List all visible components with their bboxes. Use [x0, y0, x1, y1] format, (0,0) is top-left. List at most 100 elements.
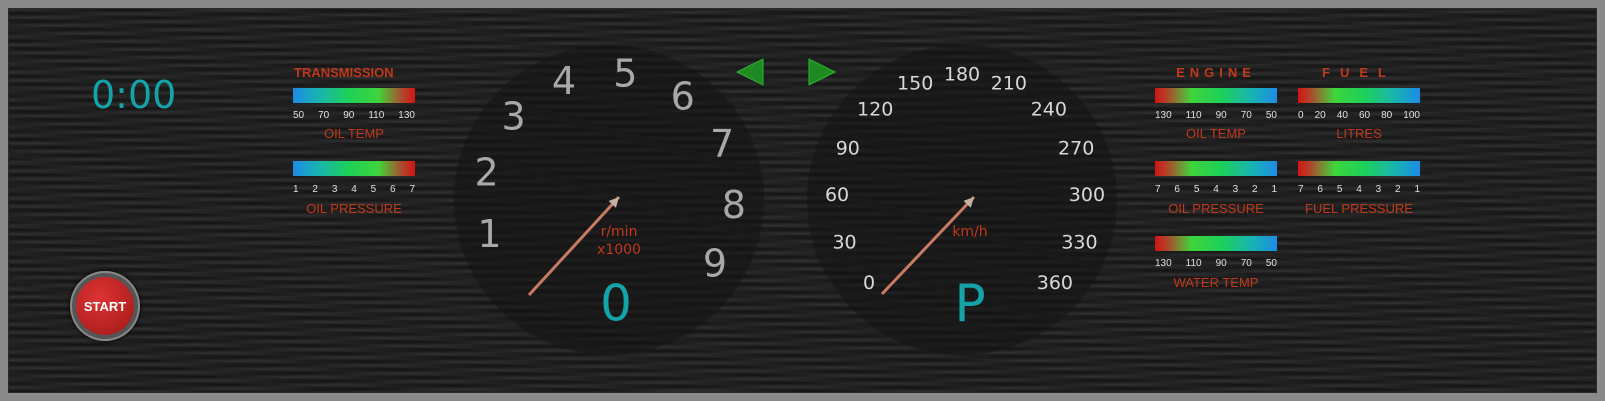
tick-label: 0 — [1298, 110, 1304, 121]
tachometer-number: 3 — [502, 95, 526, 139]
fuel-pressure-bar — [1298, 161, 1420, 176]
speedometer-number: 120 — [857, 99, 893, 121]
tick-label: 130 — [1155, 258, 1172, 269]
tick-label: 4 — [1356, 184, 1362, 195]
tachometer-number: 5 — [613, 52, 637, 96]
tick-label: 7 — [409, 184, 415, 195]
tick-label: 50 — [1265, 110, 1277, 121]
tick-label: 20 — [1314, 110, 1326, 121]
transmission-oil-pressure-bar — [293, 161, 415, 176]
transmission-oil-temp-bar — [293, 88, 415, 103]
transmission-oil-pressure-ticks: 1 2 3 4 5 6 7 — [293, 184, 415, 195]
tachometer-number: 7 — [710, 122, 734, 166]
tachometer-number: 6 — [671, 75, 695, 119]
tick-label: 130 — [398, 110, 415, 121]
tick-label: 6 — [1317, 184, 1323, 195]
transmission-oil-pressure-label: OIL PRESSURE — [306, 201, 402, 216]
engine-oil-temp-label: OIL TEMP — [1186, 126, 1246, 141]
tick-label: 110 — [368, 110, 385, 121]
speedometer-number: 180 — [944, 64, 980, 86]
tick-label: 7 — [1155, 184, 1161, 195]
tachometer-number: 9 — [703, 242, 727, 286]
transmission-title: TRANSMISSION — [294, 65, 394, 80]
tick-label: 5 — [370, 184, 377, 195]
tick-label: 3 — [1375, 184, 1382, 195]
speedometer-number: 240 — [1031, 99, 1067, 121]
tick-label: 5 — [1193, 184, 1200, 195]
engine-water-temp-bar — [1155, 236, 1277, 251]
tick-label: 130 — [1155, 110, 1172, 121]
start-button[interactable]: START — [70, 271, 140, 341]
speedometer-number: 0 — [863, 272, 875, 294]
tick-label: 2 — [1395, 184, 1401, 195]
timer-display: 0:00 — [91, 73, 177, 117]
tick-label: 7 — [1298, 184, 1304, 195]
fuel-litres-bar — [1298, 88, 1420, 103]
speedometer-number: 150 — [897, 73, 933, 95]
engine-oil-temp-ticks: 130 110 90 70 50 — [1155, 110, 1277, 121]
speedometer-svg: 0 30 60 90 120150 180 210240 270 300 330 360 km/h P — [825, 64, 1105, 335]
speedometer-unit: km/h — [952, 224, 987, 240]
tachometer-readout: 0 — [600, 275, 632, 333]
tick-label: 90 — [1215, 258, 1227, 269]
tick-label: 40 — [1336, 110, 1348, 121]
tick-label: 70 — [318, 110, 330, 121]
tick-label: 100 — [1403, 110, 1420, 121]
fuel-pressure-label: FUEL PRESSURE — [1305, 201, 1413, 216]
tachometer-unit: r/min — [601, 224, 638, 240]
speedometer-dial: 0 30 60 90 120 150 180 210 240 270 300 330 360 km/h P — [807, 45, 1117, 355]
tick-label: 4 — [351, 184, 357, 195]
tick-label: 4 — [1213, 184, 1219, 195]
tick-label: 2 — [1252, 184, 1258, 195]
tick-label: 80 — [1381, 110, 1393, 121]
tick-label: 70 — [1240, 110, 1252, 121]
tachometer-number: 8 — [722, 183, 746, 227]
tick-label: 90 — [343, 110, 355, 121]
engine-oil-pressure-bar — [1155, 161, 1277, 176]
tachometer-multiplier: x1000 — [597, 242, 641, 258]
engine-water-temp-ticks: 130 110 90 70 50 — [1155, 258, 1277, 269]
tick-label: 1 — [1414, 184, 1420, 195]
right-turn-arrow-icon[interactable] — [807, 57, 837, 87]
engine-oil-pressure-label: OIL PRESSURE — [1168, 201, 1264, 216]
tick-label: 6 — [1174, 184, 1180, 195]
transmission-oil-temp-label: OIL TEMP — [324, 126, 384, 141]
tick-label: 6 — [390, 184, 396, 195]
tick-label: 3 — [1232, 184, 1239, 195]
tick-label: 50 — [293, 110, 305, 121]
dashboard-frame: 0:00 START TRANSMISSION 50 70 90 110 130 OIL… — [0, 0, 1605, 401]
tachometer-number: 1 — [477, 212, 501, 256]
tick-label: 110 — [1185, 258, 1202, 269]
tick-label: 2 — [312, 184, 318, 195]
speedometer-number: 60 — [825, 184, 849, 206]
dashboard-panel: 0:00 START TRANSMISSION 50 70 90 110 130 OIL… — [8, 8, 1597, 393]
speedometer-number: 360 — [1037, 272, 1073, 294]
transmission-oil-temp-ticks: 50 70 90 110 130 — [293, 110, 415, 121]
tick-label: 1 — [1271, 184, 1277, 195]
engine-oil-temp-bar — [1155, 88, 1277, 103]
speedometer-number: 210 — [991, 73, 1027, 95]
engine-oil-pressure-ticks: 7 6 5 4 3 2 1 — [1155, 184, 1277, 195]
tachometer-svg: 1 234 567 8 9 r/min x1000 0 — [474, 52, 746, 333]
engine-title: ENGINE — [1176, 65, 1256, 80]
tick-label: 110 — [1185, 110, 1202, 121]
fuel-title: FUEL — [1322, 65, 1396, 80]
tick-label: 5 — [1336, 184, 1343, 195]
fuel-pressure-ticks: 7 6 5 4 3 2 1 — [1298, 184, 1420, 195]
tick-label: 1 — [293, 184, 299, 195]
tick-label: 3 — [331, 184, 338, 195]
tachometer-number: 4 — [552, 59, 576, 103]
tick-label: 60 — [1358, 110, 1371, 121]
speedometer-number: 270 — [1058, 138, 1094, 160]
left-turn-arrow-icon[interactable] — [735, 57, 765, 87]
speedometer-number: 300 — [1069, 184, 1105, 206]
fuel-litres-ticks: 0 20 40 60 80 100 — [1298, 110, 1420, 121]
tachometer-number: 2 — [474, 150, 498, 194]
tick-label: 70 — [1240, 258, 1252, 269]
fuel-litres-label: LITRES — [1336, 126, 1382, 141]
speedometer-number: 30 — [832, 231, 856, 253]
start-button-label: START — [76, 277, 134, 335]
engine-water-temp-label: WATER TEMP — [1173, 275, 1259, 290]
speedometer-number: 90 — [836, 138, 860, 160]
speedometer-number: 330 — [1061, 231, 1097, 253]
